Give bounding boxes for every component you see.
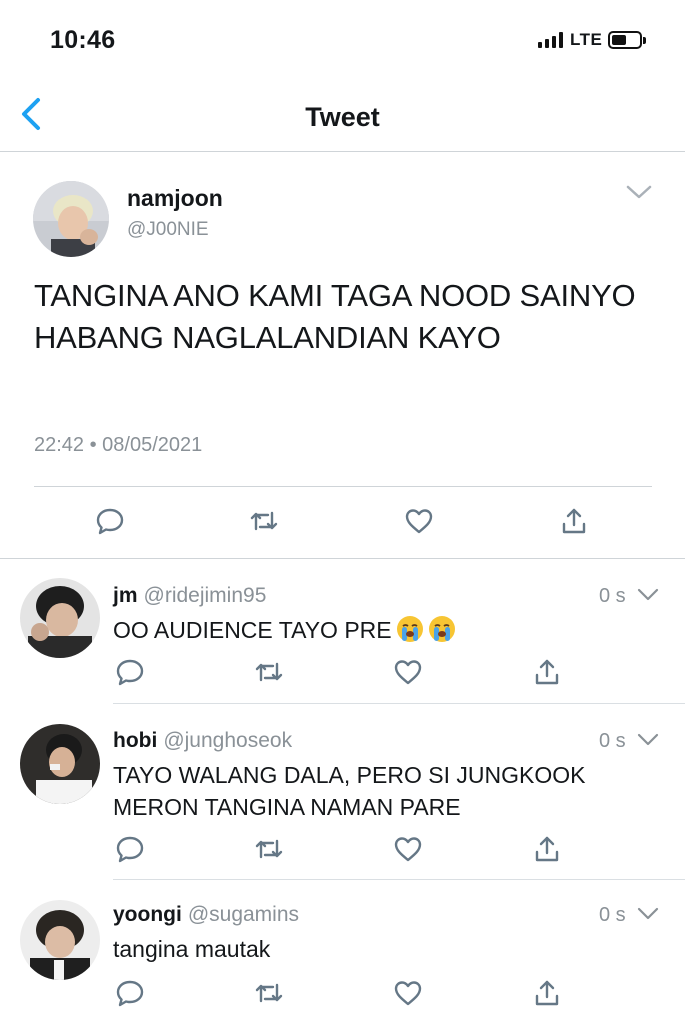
reply-tweet[interactable]: jm @ridejimin95 0 s OO AUDIENCE TAYO PRE [0, 560, 685, 704]
like-button[interactable] [392, 656, 424, 688]
reply-bubble-icon [96, 508, 124, 535]
author-name[interactable]: namjoon [127, 185, 223, 212]
reply-time: 0 s [599, 585, 626, 607]
avatar[interactable] [20, 578, 100, 658]
like-button[interactable] [403, 505, 435, 537]
loudly-crying-face-emoji [428, 616, 455, 642]
chevron-down-icon [637, 588, 659, 601]
share-icon [535, 659, 559, 685]
share-icon [535, 980, 559, 1006]
reply-text: TAYO WALANG DALA, PERO SI JUNGKOOK MERON… [113, 762, 586, 820]
heart-icon [394, 837, 422, 862]
loudly-crying-face-emoji [396, 616, 423, 642]
heart-icon [394, 981, 422, 1006]
status-bar: 10:46 LTE [0, 0, 685, 80]
reply-author-handle: @ridejimin95 [143, 584, 267, 607]
network-label: LTE [570, 30, 603, 49]
reply-bubble-icon [116, 659, 144, 686]
share-icon [562, 508, 586, 534]
like-button[interactable] [392, 833, 424, 865]
reply-button[interactable] [114, 833, 146, 865]
avatar[interactable] [20, 900, 100, 980]
divider [34, 486, 652, 487]
avatar[interactable] [33, 181, 109, 257]
retweet-icon [255, 983, 283, 1003]
reply-button[interactable] [94, 505, 126, 537]
tweet-text: TANGINA ANO KAMI TAGA NOOD SAINYO HABANG… [34, 278, 636, 355]
reply-author-handle: @junghoseok [163, 729, 293, 752]
reply-author-name: yoongi [113, 903, 182, 926]
share-button[interactable] [558, 505, 590, 537]
retweet-icon [255, 839, 283, 859]
reply-tweet[interactable]: yoongi @sugamins 0 s tangina mautak [0, 880, 685, 1024]
reply-bubble-icon [116, 980, 144, 1007]
reply-author-name: hobi [113, 729, 158, 752]
tweet-menu-button[interactable] [624, 181, 654, 203]
main-tweet: namjoon @J00NIE TANGINA ANO KAMI TAGA NO… [0, 153, 685, 559]
chevron-down-icon [637, 907, 659, 920]
reply-time: 0 s [599, 904, 626, 926]
reply-menu-button[interactable] [636, 586, 660, 604]
status-time: 10:46 [50, 26, 116, 54]
tweet-actions [0, 505, 685, 545]
retweet-icon [250, 511, 278, 531]
reply-menu-button[interactable] [636, 905, 660, 923]
reply-bubble-icon [116, 836, 144, 863]
reply-text-content: OO AUDIENCE TAYO PRE [113, 617, 392, 643]
battery-icon [608, 31, 647, 49]
avatar[interactable] [20, 724, 100, 804]
reply-time: 0 s [599, 730, 626, 752]
reply-menu-button[interactable] [636, 731, 660, 749]
share-button[interactable] [531, 833, 563, 865]
reply-author-handle: @sugamins [187, 903, 300, 926]
retweet-button[interactable] [253, 833, 285, 865]
tweet-timestamp: 22:42 • 08/05/2021 [34, 434, 203, 456]
reply-author[interactable]: yoongi @sugamins [113, 903, 299, 927]
reply-author-name: jm [113, 584, 138, 607]
retweet-button[interactable] [253, 977, 285, 1009]
author-handle[interactable]: @J00NIE [127, 219, 209, 241]
nav-bar: Tweet [0, 80, 685, 152]
retweet-button[interactable] [248, 505, 280, 537]
heart-icon [394, 660, 422, 685]
heart-icon [405, 509, 433, 534]
page-title: Tweet [305, 102, 380, 132]
chevron-down-icon [626, 185, 652, 199]
signal-icon [538, 32, 563, 48]
status-indicators: LTE [538, 30, 647, 50]
chevron-down-icon [637, 733, 659, 746]
share-button[interactable] [531, 656, 563, 688]
reply-text: OO AUDIENCE TAYO PRE [113, 614, 673, 646]
reply-button[interactable] [114, 977, 146, 1009]
retweet-button[interactable] [253, 656, 285, 688]
reply-author[interactable]: hobi @junghoseok [113, 729, 292, 753]
reply-tweet[interactable]: hobi @junghoseok 0 s TAYO WALANG DALA, PE… [0, 704, 685, 880]
share-button[interactable] [531, 977, 563, 1009]
like-button[interactable] [392, 977, 424, 1009]
retweet-icon [255, 662, 283, 682]
reply-button[interactable] [114, 656, 146, 688]
reply-author[interactable]: jm @ridejimin95 [113, 584, 266, 608]
share-icon [535, 836, 559, 862]
reply-text: tangina mautak [113, 936, 271, 962]
